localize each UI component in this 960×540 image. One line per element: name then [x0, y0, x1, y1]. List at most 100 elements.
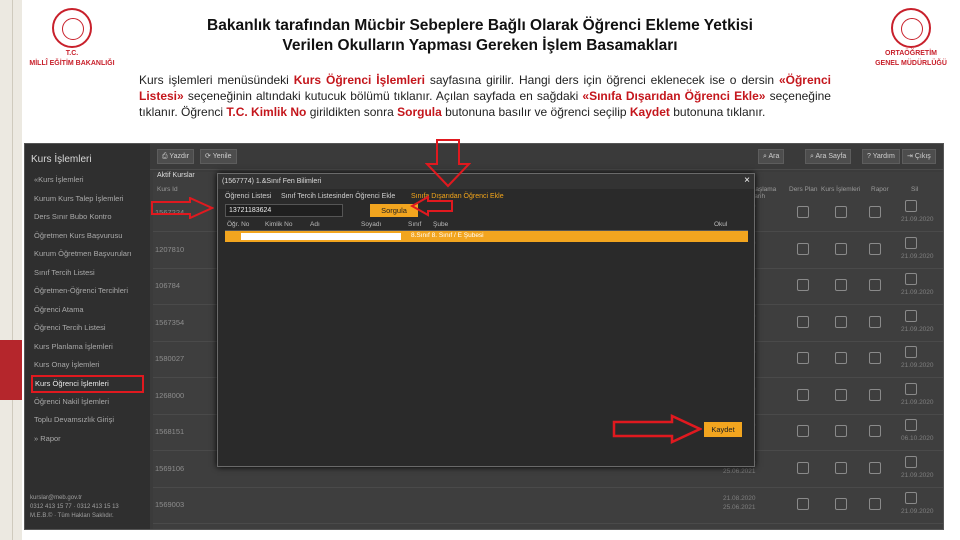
title-line2: Verilen Okulların Yapması Gereken İşlem …: [282, 37, 678, 54]
arrow-down-icon: [425, 139, 471, 188]
printer-icon[interactable]: [905, 382, 917, 395]
report-icon[interactable]: [869, 206, 881, 218]
calendar-icon[interactable]: [797, 242, 809, 255]
col-header-report: Rapor: [871, 186, 889, 193]
ogm-logo-line1: ORTAÖĞRETİM: [885, 50, 937, 57]
student-class-section: 8.Sınıf 8. Sınıf / E Şubesi: [411, 232, 484, 239]
row-course-id: 1580027: [155, 354, 185, 363]
calendar-icon[interactable]: [797, 315, 809, 328]
decoration-red-bar: [0, 340, 22, 400]
desc-text: butonuna tıklanır.: [669, 105, 766, 119]
page-title: Bakanlık tarafından Mücbir Sebeplere Bağ…: [130, 16, 830, 56]
row-exam-date: 21.09.2020: [901, 289, 934, 296]
report-icon[interactable]: [869, 242, 881, 255]
list-icon[interactable]: [835, 425, 847, 437]
printer-icon[interactable]: [905, 236, 917, 249]
tc-kimlik-input[interactable]: [225, 204, 343, 217]
search-page-icon: ⌕: [810, 153, 814, 160]
sidebar-item[interactable]: Ders Sınır Bubo Kontro: [25, 208, 150, 227]
sidebar-item[interactable]: Kurum Öğretmen Başvuruları: [25, 245, 150, 264]
desc-text: seçeneğinin altındaki kutucuk bölümü tık…: [183, 89, 583, 103]
calendar-icon[interactable]: [797, 206, 809, 218]
col-header-plan: Ders Plan: [789, 186, 818, 193]
list-icon[interactable]: [835, 206, 847, 218]
col-header-delete: Sil: [911, 186, 919, 193]
calendar-icon[interactable]: [797, 425, 809, 437]
tab-active-courses[interactable]: Aktif Kurslar: [157, 172, 195, 179]
sidebar-item[interactable]: Sınıf Tercih Listesi: [25, 264, 150, 283]
report-icon[interactable]: [869, 498, 881, 510]
table-row[interactable]: 1569003 21.08.2020 25.06.2021 21.09.2020: [153, 488, 943, 524]
printer-icon[interactable]: [905, 309, 917, 322]
tab-add-from-preference-list[interactable]: Sınıf Tercih Listesinden Öğrenci Ekle: [278, 190, 398, 203]
sidebar-item[interactable]: » Rapor: [25, 430, 150, 449]
list-icon[interactable]: [835, 461, 847, 474]
search-button[interactable]: ⌕ Ara: [758, 149, 785, 164]
arrow-right-save-icon: [612, 414, 702, 444]
meb-logo: T.C. MİLLÎ EĞİTİM BAKANLIĞI: [24, 8, 120, 68]
sidebar-item[interactable]: Kurum Kurs Talep İşlemleri: [25, 190, 150, 209]
logout-button[interactable]: ⇥ Çıkış: [902, 149, 936, 164]
sidebar-item[interactable]: Toplu Devamsızlık Girişi: [25, 411, 150, 430]
col-id-no: Kimlik No: [265, 221, 293, 228]
report-icon[interactable]: [869, 388, 881, 401]
report-icon[interactable]: [869, 352, 881, 364]
arrow-right-icon: [151, 197, 214, 219]
print-label: Yazdır: [169, 153, 190, 160]
calendar-icon[interactable]: [797, 498, 809, 510]
calendar-icon[interactable]: [797, 352, 809, 364]
list-icon[interactable]: [835, 279, 847, 291]
sidebar-item[interactable]: Öğrenci Atama: [25, 301, 150, 320]
help-button[interactable]: ? Yardım: [862, 149, 900, 164]
list-icon[interactable]: [835, 315, 847, 328]
slide: T.C. MİLLÎ EĞİTİM BAKANLIĞI ORTAÖĞRETİM …: [0, 0, 960, 540]
calendar-icon[interactable]: [797, 388, 809, 401]
redacted-student-info: [241, 233, 401, 240]
student-result-row[interactable]: 8.Sınıf 8. Sınıf / E Şubesi: [225, 231, 748, 242]
meb-seal-icon: [52, 8, 92, 48]
sidebar-item[interactable]: Öğretmen-Öğrenci Tercihleri: [25, 282, 150, 301]
desc-highlight: T.C. Kimlik No: [226, 105, 307, 119]
list-icon[interactable]: [835, 498, 847, 510]
report-icon[interactable]: [869, 279, 881, 291]
printer-icon[interactable]: [905, 273, 917, 285]
row-course-id: 1567354: [155, 317, 185, 327]
sidebar-item[interactable]: Kurs Öğrenci İşlemleri: [31, 374, 144, 393]
report-icon[interactable]: [869, 425, 881, 437]
row-end-date: 25.06.2021: [723, 467, 756, 475]
sidebar-item[interactable]: Öğrenci Tercih Listesi: [25, 319, 150, 338]
row-course-id: 1569003: [155, 500, 185, 509]
list-icon[interactable]: [835, 388, 847, 401]
left-decoration: [0, 0, 22, 540]
report-icon[interactable]: [869, 315, 881, 328]
printer-icon[interactable]: [905, 200, 917, 212]
sidebar-item[interactable]: Öğretmen Kurs Başvurusu: [25, 227, 150, 246]
row-start-date: 21.08.2020: [723, 495, 756, 502]
list-icon[interactable]: [835, 352, 847, 364]
save-button[interactable]: Kaydet: [704, 422, 742, 437]
col-class: Sınıf: [408, 221, 422, 228]
calendar-icon[interactable]: [797, 279, 809, 291]
sidebar-item[interactable]: «Kurs İşlemleri: [25, 171, 150, 190]
printer-icon[interactable]: [905, 346, 917, 358]
tab-student-list[interactable]: Öğrenci Listesi: [222, 190, 274, 203]
list-icon[interactable]: [835, 242, 847, 255]
report-icon[interactable]: [869, 461, 881, 474]
modal-header: (1567774) 1.&Sınıf Fen Bilimleri ×: [218, 174, 754, 189]
print-button[interactable]: ⎙ Yazdır: [157, 149, 195, 164]
sidebar-item[interactable]: Kurs Onay İşlemleri: [25, 356, 150, 375]
printer-icon[interactable]: [905, 455, 917, 468]
calendar-icon[interactable]: [797, 461, 809, 474]
printer-icon[interactable]: [905, 419, 917, 431]
sidebar-item[interactable]: Kurs Planlama İşlemleri: [25, 338, 150, 357]
sidebar-item[interactable]: Öğrenci Nakil İşlemleri: [25, 393, 150, 412]
search-icon: ⌕: [763, 153, 767, 160]
footer-email: kurslar@meb.gov.tr: [30, 495, 82, 501]
modal-title: (1567774) 1.&Sınıf Fen Bilimleri: [222, 178, 322, 185]
row-exam-date: 06.10.2020: [901, 435, 934, 442]
row-exam-date: 21.09.2020: [901, 471, 934, 479]
close-icon[interactable]: ×: [744, 174, 750, 188]
refresh-button[interactable]: ⟳ Yenile: [200, 149, 237, 164]
printer-icon[interactable]: [905, 492, 917, 504]
search-page-button[interactable]: ⌕ Ara Sayfa: [805, 149, 852, 164]
